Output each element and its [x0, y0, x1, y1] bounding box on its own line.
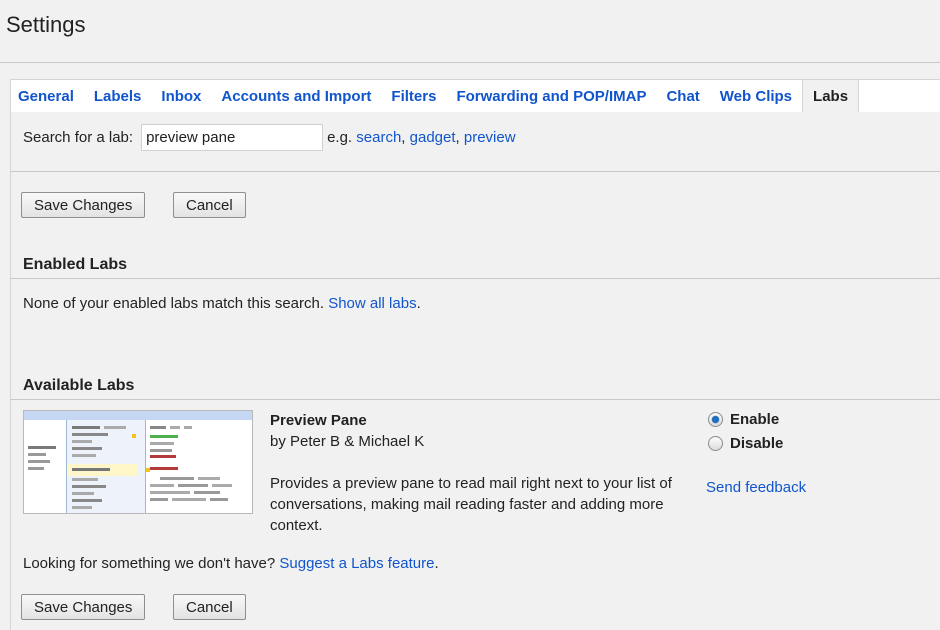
enable-option[interactable]: Enable [708, 411, 779, 428]
available-labs-heading: Available Labs [23, 377, 135, 394]
tab-labels[interactable]: Labels [84, 80, 152, 112]
divider [11, 399, 940, 400]
enabled-labs-message: None of your enabled labs match this sea… [23, 295, 421, 312]
suggest-labs-feature-link[interactable]: Suggest a Labs feature [279, 555, 434, 572]
enable-label[interactable]: Enable [730, 411, 779, 428]
suggest-feature-row: Looking for something we don't have? Sug… [23, 555, 439, 572]
settings-panel: General Labels Inbox Accounts and Import… [10, 79, 940, 630]
lab-search-input[interactable] [141, 123, 324, 151]
tab-general[interactable]: General [11, 80, 84, 112]
period: . [434, 555, 439, 572]
disable-radio[interactable] [708, 436, 723, 451]
example-separator: , [401, 128, 406, 146]
example-link-gadget[interactable]: gadget [410, 129, 456, 146]
send-feedback-link[interactable]: Send feedback [706, 479, 806, 496]
lab-search-row: Search for a lab: e.g. search, gadget, p… [23, 123, 516, 151]
save-changes-button-top[interactable]: Save Changes [21, 192, 146, 218]
settings-tabs: General Labels Inbox Accounts and Import… [11, 80, 940, 112]
tab-chat[interactable]: Chat [656, 80, 709, 112]
preview-pane-illustration [24, 411, 252, 513]
lab-author: by Peter B & Michael K [270, 433, 425, 450]
disable-label[interactable]: Disable [730, 435, 783, 452]
tab-forwarding-pop-imap[interactable]: Forwarding and POP/IMAP [446, 80, 656, 112]
title-divider [0, 62, 940, 63]
save-changes-button-bottom[interactable]: Save Changes [21, 594, 146, 620]
show-all-labs-link[interactable]: Show all labs [328, 295, 416, 312]
divider [11, 171, 940, 172]
cancel-button-bottom[interactable]: Cancel [173, 594, 246, 620]
tab-filters[interactable]: Filters [381, 80, 446, 112]
no-match-text: None of your enabled labs match this sea… [23, 295, 325, 312]
suggest-prefix: Looking for something we don't have? [23, 555, 276, 572]
tab-web-clips[interactable]: Web Clips [710, 80, 802, 112]
example-link-preview[interactable]: preview [464, 129, 516, 146]
tab-labs[interactable]: Labs [802, 80, 860, 112]
cancel-button-top[interactable]: Cancel [173, 192, 246, 218]
enabled-labs-heading: Enabled Labs [23, 256, 128, 273]
example-link-search[interactable]: search [356, 129, 401, 146]
period: . [416, 295, 421, 312]
tab-accounts-and-import[interactable]: Accounts and Import [211, 80, 381, 112]
search-label: Search for a lab: [23, 128, 134, 146]
tab-inbox[interactable]: Inbox [151, 80, 211, 112]
lab-description: Provides a preview pane to read mail rig… [270, 475, 672, 534]
enable-radio[interactable] [708, 412, 723, 427]
disable-option[interactable]: Disable [708, 435, 783, 452]
lab-name: Preview Pane [270, 412, 367, 429]
search-eg-label: e.g. [327, 128, 353, 146]
example-separator: , [455, 128, 460, 146]
divider [11, 278, 940, 279]
page-title: Settings [6, 12, 86, 37]
lab-item-preview-pane: Preview Pane by Peter B & Michael K Prov… [270, 410, 690, 536]
preview-pane-thumbnail [23, 410, 253, 514]
